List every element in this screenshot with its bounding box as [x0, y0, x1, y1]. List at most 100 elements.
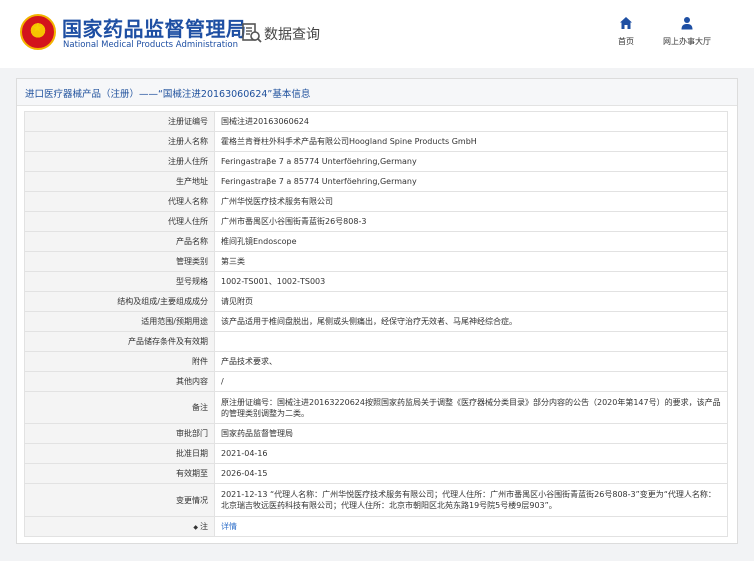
- field-value: /: [214, 371, 728, 392]
- field-value: 2021-12-13 “代理人名称：广州华悦医疗技术服务有限公司；代理人住所：广…: [214, 483, 728, 517]
- field-label: 管理类别: [24, 251, 215, 272]
- field-value-text: 请见附页: [221, 297, 253, 306]
- field-label-text: 备注: [192, 403, 208, 412]
- nav-online-office[interactable]: 网上办事大厅: [656, 16, 718, 47]
- field-value: Feringastraβe 7 a 85774 Unterföehring,Ge…: [214, 171, 728, 192]
- brand-title-en[interactable]: National Medical Products Administration: [63, 40, 238, 50]
- field-label-text: 批准日期: [176, 449, 208, 458]
- field-value: [214, 331, 728, 352]
- field-value-text: 1002-TS001、1002-TS003: [221, 277, 326, 286]
- field-value: 椎间孔镜Endoscope: [214, 231, 728, 252]
- panel-header: 进口医疗器械产品（注册）——“国械注进20163060624”基本信息: [17, 79, 737, 106]
- field-label: 有效期至: [24, 463, 215, 484]
- panel-title: 进口医疗器械产品（注册）——“国械注进20163060624”基本信息: [25, 89, 311, 100]
- table-row: 管理类别 第三类: [24, 251, 728, 272]
- field-label-text: 注: [200, 521, 208, 531]
- field-value-text: 第三类: [221, 257, 245, 266]
- table-row: 注册人住所 Feringastraβe 7 a 85774 Unterföehri…: [24, 151, 728, 172]
- nav-home[interactable]: 首页: [612, 16, 640, 47]
- field-value-text: 国械注进20163060624: [221, 117, 309, 126]
- table-row: 审批部门 国家药品监督管理局: [24, 423, 728, 444]
- site-header: ★ 国家药品监督管理局 National Medical Products Ad…: [0, 0, 754, 68]
- field-label-text: 注册人住所: [168, 157, 208, 166]
- table-row: 型号规格 1002-TS001、1002-TS003: [24, 271, 728, 292]
- home-icon: [620, 17, 632, 29]
- field-value: 2026-04-15: [214, 463, 728, 484]
- field-value-text: Feringastraβe 7 a 85774 Unterföehring,Ge…: [221, 177, 417, 186]
- table-row: 其他内容 /: [24, 371, 728, 392]
- data-query-label[interactable]: 数据查询: [264, 24, 320, 44]
- field-label-text: 结构及组成/主要组成成分: [117, 297, 208, 306]
- field-label: 注册人住所: [24, 151, 215, 172]
- table-row: ◆ 注详情: [24, 516, 728, 537]
- table-row: 代理人名称 广州华悦医疗技术服务有限公司: [24, 191, 728, 212]
- field-value-text: 2021-04-16: [221, 449, 268, 458]
- table-row: 产品储存条件及有效期: [24, 331, 728, 352]
- field-label: 结构及组成/主要组成成分: [24, 291, 215, 312]
- field-value-text: 2021-12-13 “代理人名称：广州华悦医疗技术服务有限公司；代理人住所：广…: [221, 490, 716, 510]
- field-label-text: 生产地址: [176, 177, 208, 186]
- field-label-text: 产品储存条件及有效期: [128, 337, 208, 346]
- field-value: Feringastraβe 7 a 85774 Unterföehring,Ge…: [214, 151, 728, 172]
- table-row: 变更情况 2021-12-13 “代理人名称：广州华悦医疗技术服务有限公司；代理人…: [24, 483, 728, 517]
- field-label-text: 注册证编号: [168, 117, 208, 126]
- field-label: 注册人名称: [24, 131, 215, 152]
- field-value: 原注册证编号：国械注进20163220624按照国家药监局关于调整《医疗器械分类…: [214, 391, 728, 424]
- field-label: 审批部门: [24, 423, 215, 444]
- field-label: 附件: [24, 351, 215, 372]
- table-row: 批准日期 2021-04-16: [24, 443, 728, 464]
- field-label: 生产地址: [24, 171, 215, 192]
- field-label-text: 适用范围/预期用途: [141, 317, 208, 326]
- field-label-text: 其他内容: [176, 377, 208, 386]
- national-emblem-icon: ★: [20, 14, 56, 50]
- field-value: 国械注进20163060624: [214, 111, 728, 132]
- field-value-text: 广州市番禺区小谷围街青蓝街26号808-3: [221, 217, 367, 226]
- field-label: 型号规格: [24, 271, 215, 292]
- table-row: 结构及组成/主要组成成分 请见附页: [24, 291, 728, 312]
- field-label: 适用范围/预期用途: [24, 311, 215, 332]
- brand-title-cn[interactable]: 国家药品监督管理局: [62, 13, 247, 42]
- field-label: 代理人名称: [24, 191, 215, 212]
- field-value-text: 2026-04-15: [221, 469, 268, 478]
- table-row: 生产地址 Feringastraβe 7 a 85774 Unterföehrin…: [24, 171, 728, 192]
- field-value-text: 原注册证编号：国械注进20163220624按照国家药监局关于调整《医疗器械分类…: [221, 397, 721, 418]
- table-row: 有效期至 2026-04-15: [24, 463, 728, 484]
- field-value: 请见附页: [214, 291, 728, 312]
- field-label-text: 代理人名称: [168, 197, 208, 206]
- table-row: 适用范围/预期用途 该产品适用于椎间盘脱出，尾侧或头侧痛出，经保守治疗无效者、马尾…: [24, 311, 728, 332]
- field-value: 霍格兰肯脊柱外科手术产品有限公司Hoogland Spine Products …: [214, 131, 728, 152]
- field-value[interactable]: 详情: [214, 516, 728, 537]
- field-value-text: Feringastraβe 7 a 85774 Unterföehring,Ge…: [221, 157, 417, 166]
- field-label: 产品名称: [24, 231, 215, 252]
- table-row: 注册证编号 国械注进20163060624: [24, 111, 728, 132]
- bullet-icon: ◆: [193, 523, 198, 531]
- field-value: 产品技术要求、: [214, 351, 728, 372]
- field-label-text: 代理人住所: [168, 217, 208, 226]
- user-icon: [681, 17, 693, 30]
- data-query-icon: [242, 23, 262, 43]
- table-row: 注册人名称 霍格兰肯脊柱外科手术产品有限公司Hoogland Spine Prod…: [24, 131, 728, 152]
- field-label: 批准日期: [24, 443, 215, 464]
- field-value-text: /: [221, 377, 224, 386]
- field-label-text: 有效期至: [176, 469, 208, 478]
- field-label: 其他内容: [24, 371, 215, 392]
- field-label-text: 变更情况: [176, 495, 208, 505]
- detail-table: 注册证编号 国械注进20163060624 注册人名称 霍格兰肯脊柱外科手术产品有限公…: [24, 111, 728, 537]
- field-value-text: 椎间孔镜Endoscope: [221, 237, 297, 246]
- nav-online-office-label: 网上办事大厅: [663, 37, 711, 46]
- field-label: 注册证编号: [24, 111, 215, 132]
- field-value: 该产品适用于椎间盘脱出，尾侧或头侧痛出，经保守治疗无效者、马尾神经综合症。: [214, 311, 728, 332]
- field-label-text: 产品名称: [176, 237, 208, 246]
- table-row: 代理人住所 广州市番禺区小谷围街青蓝街26号808-3: [24, 211, 728, 232]
- field-label: 备注: [24, 391, 215, 424]
- field-value-text: 该产品适用于椎间盘脱出，尾侧或头侧痛出，经保守治疗无效者、马尾神经综合症。: [221, 317, 517, 326]
- nav-home-label: 首页: [618, 37, 634, 46]
- field-label-text: 管理类别: [176, 257, 208, 266]
- field-label-text: 注册人名称: [168, 137, 208, 146]
- field-value-text: 国家药品监督管理局: [221, 429, 293, 438]
- field-label: ◆ 注: [24, 516, 215, 537]
- field-value: 第三类: [214, 251, 728, 272]
- details-link[interactable]: 详情: [221, 522, 237, 531]
- field-label: 变更情况: [24, 483, 215, 517]
- field-value: 国家药品监督管理局: [214, 423, 728, 444]
